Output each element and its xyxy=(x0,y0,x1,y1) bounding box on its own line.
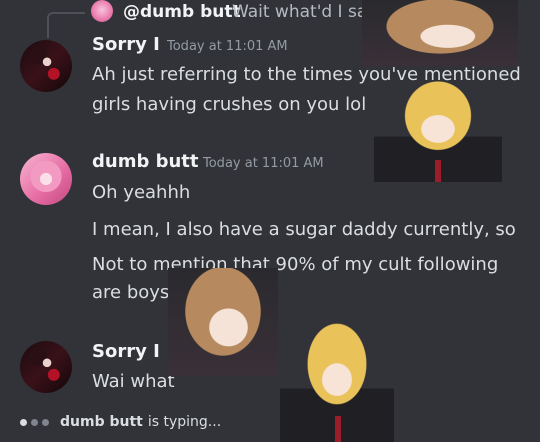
reply-text[interactable]: Wait what'd I say xyxy=(232,2,377,22)
tie-decoration xyxy=(435,159,442,182)
character-sticker-image xyxy=(362,0,518,66)
typing-dots-icon xyxy=(20,418,49,426)
chat-view: @dumb butt Wait what'd I say Sorry I Tod… xyxy=(0,0,540,442)
message-line: Wai what xyxy=(92,371,175,392)
message-timestamp: Today at 11:01 AM xyxy=(203,156,324,171)
message-timestamp: Today at 11:01 AM xyxy=(167,39,288,54)
message-author[interactable]: Sorry I xyxy=(92,34,160,55)
tie-decoration xyxy=(334,415,341,442)
message-line: I mean, I also have a sugar daddy curren… xyxy=(92,219,516,240)
reply-connector xyxy=(47,12,85,38)
message-line: Not to mention that 90% of my cult follo… xyxy=(92,254,499,275)
reply-author[interactable]: @dumb butt xyxy=(123,2,241,22)
typing-dot xyxy=(42,418,49,426)
reply-avatar[interactable] xyxy=(91,0,113,22)
avatar-sorry-i[interactable] xyxy=(20,40,72,92)
message-author[interactable]: dumb butt xyxy=(92,151,199,172)
avatar-dumb-butt[interactable] xyxy=(20,153,72,205)
typing-status-text: is typing... xyxy=(147,414,222,430)
character-sticker-image xyxy=(168,268,278,376)
message-line: are boys xyxy=(92,282,170,303)
character-sticker-image xyxy=(374,80,502,182)
character-sticker-image xyxy=(280,322,394,442)
avatar-sorry-i[interactable] xyxy=(20,341,72,393)
typing-dot xyxy=(20,418,27,426)
message-line: girls having crushes on you lol xyxy=(92,94,367,115)
message-author[interactable]: Sorry I xyxy=(92,341,160,362)
message-line: Oh yeahhh xyxy=(92,182,191,203)
typing-dot xyxy=(31,418,38,426)
typing-user-name: dumb butt xyxy=(60,414,143,430)
typing-indicator: dumb butt is typing... xyxy=(20,414,221,430)
